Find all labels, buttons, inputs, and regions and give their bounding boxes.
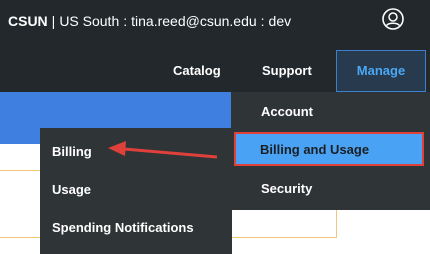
submenu-item-usage[interactable]: Usage: [52, 182, 91, 197]
user-avatar-icon[interactable]: [382, 8, 404, 30]
account-context[interactable]: CSUN | US South: tina.reed@csun.edu: dev: [8, 13, 291, 29]
menu-item-billing-and-usage[interactable]: Billing and Usage: [234, 132, 424, 166]
separator-colon-2: :: [260, 13, 265, 29]
separator-colon: :: [123, 13, 128, 29]
nav-catalog[interactable]: Catalog: [173, 50, 221, 92]
region-name: US South: [59, 13, 120, 29]
separator-bar: |: [51, 13, 56, 29]
nav-support[interactable]: Support: [262, 50, 312, 92]
top-bar: CSUN | US South: tina.reed@csun.edu: dev Cat…: [0, 0, 430, 92]
user-email: tina.reed@csun.edu: [131, 13, 257, 29]
nav-manage[interactable]: Manage: [336, 50, 426, 92]
org-name: CSUN: [8, 13, 48, 29]
menu-item-security[interactable]: Security: [261, 181, 312, 196]
submenu-item-billing[interactable]: Billing: [52, 144, 92, 159]
menu-item-billing-and-usage-label: Billing and Usage: [260, 142, 370, 157]
submenu-item-spending-notifications[interactable]: Spending Notifications: [52, 220, 194, 235]
space-name: dev: [268, 13, 292, 29]
menu-item-account[interactable]: Account: [261, 104, 313, 119]
